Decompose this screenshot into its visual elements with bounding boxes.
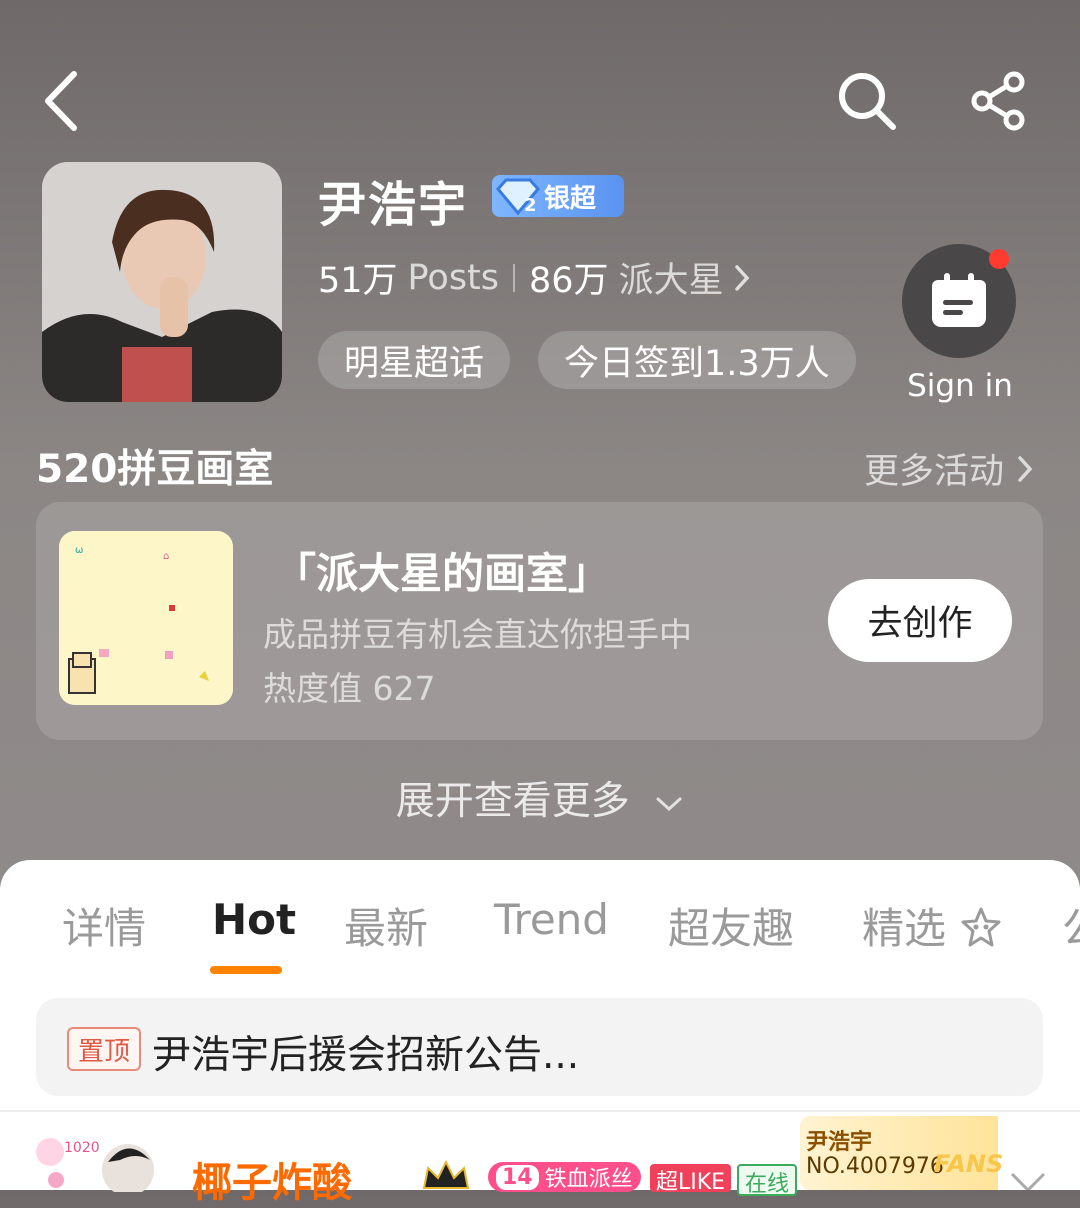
activity-card-subtitle: 成品拼豆有机会直达你担手中: [263, 615, 692, 654]
post-username[interactable]: 椰子炸酸: [192, 1150, 352, 1208]
diamond-icon: 2: [496, 178, 540, 216]
tab-featured-label[interactable]: 精选: [862, 904, 946, 953]
chevron-right-icon: [1018, 455, 1033, 482]
chevron-down-icon: [656, 797, 682, 812]
medal-name: 铁血派丝: [544, 1167, 633, 1192]
posts-count: 51万: [318, 261, 398, 301]
tab-trend[interactable]: Trend: [494, 895, 609, 944]
expand-more-label[interactable]: 展开查看更多: [396, 779, 630, 824]
tab-details[interactable]: 详情: [62, 895, 146, 956]
search-icon: [839, 73, 896, 130]
notification-dot: [989, 249, 1009, 269]
expand-more-button[interactable]: 展开查看更多: [0, 770, 1080, 826]
fans-card-word: FANS: [934, 1150, 1004, 1178]
tab-hot[interactable]: Hot: [212, 895, 296, 944]
avatar-decoration: 1020: [36, 1138, 154, 1196]
chevron-right-icon[interactable]: [732, 263, 752, 293]
pinned-post-title[interactable]: 尹浩宇后援会招新公告...: [152, 1024, 579, 1080]
fans-card-name: 尹浩宇: [806, 1130, 873, 1155]
close-icon[interactable]: [1008, 1170, 1048, 1190]
activity-section-title: 520拼豆画室: [36, 447, 274, 492]
fans-card-number: NO.4007976: [806, 1154, 944, 1179]
badge-label: 银超: [544, 183, 597, 214]
svg-text:⌂: ⌂: [163, 551, 169, 562]
star-name: 尹浩宇: [318, 177, 469, 233]
more-activities-link[interactable]: 更多活动: [864, 443, 1036, 494]
super-topic-badge[interactable]: 2 银超: [492, 175, 624, 217]
fans-count[interactable]: 86万: [529, 252, 609, 303]
tab-notice[interactable]: 公: [1062, 895, 1080, 956]
more-activities-label[interactable]: 更多活动: [864, 443, 1004, 494]
activity-card-title: 「派大星的画室」: [274, 549, 611, 598]
star-avatar[interactable]: [42, 162, 282, 402]
divider: [0, 1110, 1080, 1112]
tag-star-topic[interactable]: 明星超话: [318, 331, 511, 389]
pinned-tag: 置顶: [67, 1027, 141, 1071]
activity-thumbnail[interactable]: ω ⌂: [59, 531, 233, 705]
activity-heat-value: 热度值 627: [263, 669, 436, 708]
share-icon: [971, 71, 1025, 131]
star-sparkle-icon: [961, 907, 1001, 947]
stats-divider: [513, 263, 516, 292]
svg-text:ω: ω: [75, 545, 83, 556]
create-button[interactable]: 去创作: [828, 579, 1012, 662]
posts-label: Posts: [407, 257, 500, 298]
calendar-icon: [932, 273, 986, 327]
pixel-art-image: ω ⌂: [59, 531, 233, 705]
tab-featured[interactable]: 精选: [862, 895, 1003, 956]
chevron-left-icon: [45, 71, 77, 131]
like-medal: 超LIKE: [650, 1164, 732, 1195]
share-button[interactable]: [964, 66, 1034, 136]
crown-icon: [422, 1160, 470, 1189]
svg-text:2: 2: [524, 195, 537, 216]
post-user-avatar[interactable]: 1020: [28, 1130, 163, 1196]
search-button[interactable]: [832, 66, 902, 136]
tab-latest[interactable]: 最新: [344, 895, 428, 956]
svg-text:1020: 1020: [64, 1140, 100, 1156]
fans-label[interactable]: 派大星: [619, 252, 724, 303]
fan-medal[interactable]: 14 铁血派丝: [488, 1162, 641, 1192]
tag-checkin-count[interactable]: 今日签到1.3万人: [538, 331, 856, 389]
active-tab-indicator: [210, 966, 282, 974]
tab-super-fun[interactable]: 超友趣: [668, 895, 794, 956]
profile-stats: 51万 Posts 86万 派大星: [318, 252, 752, 303]
avatar-photo: [42, 162, 282, 402]
back-button[interactable]: [30, 66, 90, 136]
signin-label[interactable]: Sign in: [902, 368, 1018, 404]
online-badge: 在线: [737, 1164, 798, 1197]
medal-level: 14: [496, 1164, 539, 1190]
